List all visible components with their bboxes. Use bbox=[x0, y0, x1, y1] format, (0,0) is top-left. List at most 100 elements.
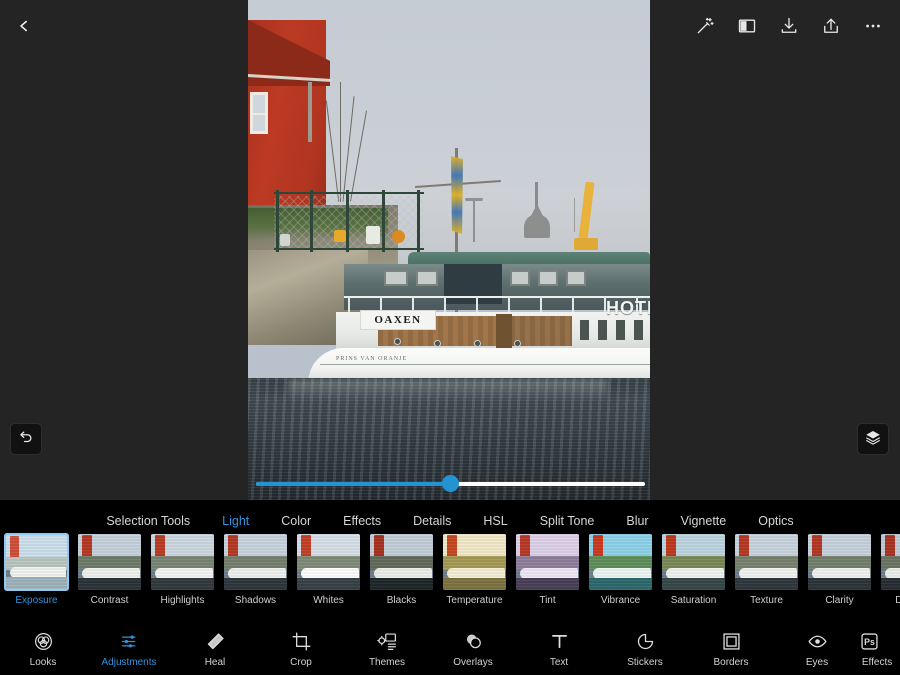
ship-banner: OAXEN bbox=[360, 310, 436, 330]
tab-optics[interactable]: Optics bbox=[754, 512, 797, 530]
layers-button[interactable] bbox=[857, 423, 889, 455]
looks-icon bbox=[33, 631, 54, 653]
photo-preview[interactable]: OAXEN HOTEL PRINS VAN ORANJE bbox=[248, 0, 650, 500]
photo-swedish-flag bbox=[451, 156, 463, 234]
ship-hull-name: PRINS VAN ORANJE bbox=[336, 356, 407, 362]
adjustment-label: Vibrance bbox=[601, 595, 640, 606]
download-icon bbox=[779, 16, 799, 36]
ship-hotel-lettering: HOTEL bbox=[606, 298, 650, 319]
toolbar-item-label: Eyes bbox=[806, 657, 828, 668]
toolbar-item-label: Crop bbox=[290, 657, 312, 668]
svg-text:Ps: Ps bbox=[864, 637, 875, 647]
adjustment-whites[interactable]: Whites bbox=[294, 533, 363, 606]
adjustment-texture[interactable]: Texture bbox=[732, 533, 801, 606]
adjustment-thumbnail-image bbox=[369, 533, 434, 591]
adjustment-temperature[interactable]: Temperature bbox=[440, 533, 509, 606]
tab-hsl[interactable]: HSL bbox=[479, 512, 511, 530]
overlays-icon bbox=[463, 631, 484, 653]
adjustment-label: Texture bbox=[750, 595, 783, 606]
adjustment-dehaze[interactable]: Dehaze bbox=[878, 533, 900, 606]
slider-thumb[interactable] bbox=[442, 475, 459, 492]
crop-icon bbox=[291, 631, 312, 653]
stickers-icon bbox=[635, 631, 656, 653]
tab-effects[interactable]: Effects bbox=[339, 512, 385, 530]
adjustment-label: Temperature bbox=[446, 595, 502, 606]
auto-enhance-button[interactable] bbox=[684, 8, 726, 44]
adjustment-label: Exposure bbox=[15, 595, 57, 606]
adjustment-clarity[interactable]: Clarity bbox=[805, 533, 874, 606]
toolbar-item-themes[interactable]: Themes bbox=[344, 623, 430, 675]
adjustment-thumbnail-image bbox=[880, 533, 900, 591]
themes-icon bbox=[377, 631, 398, 653]
adjustment-thumbnail-image bbox=[150, 533, 215, 591]
tab-color[interactable]: Color bbox=[277, 512, 315, 530]
before-after-button[interactable] bbox=[726, 8, 768, 44]
photo-fence bbox=[274, 190, 424, 252]
photo-ship: OAXEN HOTEL PRINS VAN ORANJE bbox=[248, 252, 650, 392]
photo-crane bbox=[570, 182, 600, 250]
toolbar-item-crop[interactable]: Crop bbox=[258, 623, 344, 675]
tab-split-tone[interactable]: Split Tone bbox=[536, 512, 599, 530]
ship-banner-text: OAXEN bbox=[374, 314, 421, 326]
toolbar-item-label: PS Effects bbox=[860, 657, 892, 668]
toolbar-item-eyes[interactable]: Eyes bbox=[774, 623, 860, 675]
photo-water-reflection bbox=[288, 380, 608, 402]
eyes-icon bbox=[807, 631, 828, 653]
slider-fill bbox=[256, 482, 451, 486]
undo-arrow-icon bbox=[17, 428, 35, 451]
bottom-toolbar: Looks Adjustments Heal Crop ThemesOverlaysTe… bbox=[0, 623, 900, 675]
adjustment-label: Whites bbox=[313, 595, 344, 606]
borders-icon bbox=[721, 631, 742, 653]
heal-icon bbox=[205, 631, 226, 653]
adjustment-exposure[interactable]: Exposure bbox=[2, 533, 71, 606]
adjustment-thumbnails: Exposure Contrast HighlightsShadows Whites B… bbox=[0, 533, 900, 621]
adjustment-label: Clarity bbox=[825, 595, 853, 606]
toolbar-item-stickers[interactable]: Stickers bbox=[602, 623, 688, 675]
adjustments-panel: Selection Tools Light Color Effects Details H… bbox=[0, 500, 900, 623]
adjustment-label: Blacks bbox=[387, 595, 416, 606]
tab-vignette[interactable]: Vignette bbox=[677, 512, 731, 530]
tab-details[interactable]: Details bbox=[409, 512, 455, 530]
adjustment-blacks[interactable]: Blacks bbox=[367, 533, 436, 606]
share-button[interactable] bbox=[810, 8, 852, 44]
toolbar-item-label: Looks bbox=[30, 657, 57, 668]
adjustment-tabs: Selection Tools Light Color Effects Details H… bbox=[0, 508, 900, 534]
download-button[interactable] bbox=[768, 8, 810, 44]
undo-button[interactable] bbox=[10, 423, 42, 455]
adjustment-contrast[interactable]: Contrast bbox=[75, 533, 144, 606]
adjustment-tint[interactable]: Tint bbox=[513, 533, 582, 606]
thumbnail-group-light: Exposure Contrast HighlightsShadows Whites B… bbox=[0, 533, 438, 606]
adjustment-thumbnail-image bbox=[77, 533, 142, 591]
more-options-button[interactable] bbox=[852, 8, 894, 44]
toolbar-item-ps-effects[interactable]: Ps PS Effects bbox=[860, 623, 900, 675]
top-icon-bar bbox=[684, 8, 894, 44]
exposure-slider[interactable] bbox=[248, 476, 650, 492]
adjustment-label: Tint bbox=[539, 595, 555, 606]
adjustment-vibrance[interactable]: Vibrance bbox=[586, 533, 655, 606]
adjustment-thumbnail-image bbox=[296, 533, 361, 591]
thumbnail-group-color: Temperature Tint Vibrance Saturation bbox=[438, 533, 730, 606]
back-button[interactable] bbox=[6, 8, 42, 44]
adjustment-highlights[interactable]: Highlights bbox=[148, 533, 217, 606]
toolbar-item-label: Heal bbox=[205, 657, 226, 668]
toolbar-item-borders[interactable]: Borders bbox=[688, 623, 774, 675]
adjustments-icon bbox=[119, 631, 140, 653]
adjustment-thumbnail-image bbox=[223, 533, 288, 591]
adjustment-thumbnail-image bbox=[442, 533, 507, 591]
toolbar-item-heal[interactable]: Heal bbox=[172, 623, 258, 675]
canvas-area: OAXEN HOTEL PRINS VAN ORANJE bbox=[0, 0, 900, 500]
toolbar-item-adjustments[interactable]: Adjustments bbox=[86, 623, 172, 675]
adjustment-label: Contrast bbox=[91, 595, 129, 606]
adjustment-saturation[interactable]: Saturation bbox=[659, 533, 728, 606]
tab-light[interactable]: Light bbox=[218, 512, 253, 530]
magic-wand-icon bbox=[695, 16, 715, 36]
tab-selection-tools[interactable]: Selection Tools bbox=[102, 512, 194, 530]
layers-icon bbox=[864, 428, 882, 451]
toolbar-item-overlays[interactable]: Overlays bbox=[430, 623, 516, 675]
adjustment-thumbnail-image bbox=[588, 533, 653, 591]
tab-blur[interactable]: Blur bbox=[622, 512, 652, 530]
toolbar-item-label: Borders bbox=[713, 657, 748, 668]
adjustment-shadows[interactable]: Shadows bbox=[221, 533, 290, 606]
toolbar-item-looks[interactable]: Looks bbox=[0, 623, 86, 675]
toolbar-item-text[interactable]: Text bbox=[516, 623, 602, 675]
